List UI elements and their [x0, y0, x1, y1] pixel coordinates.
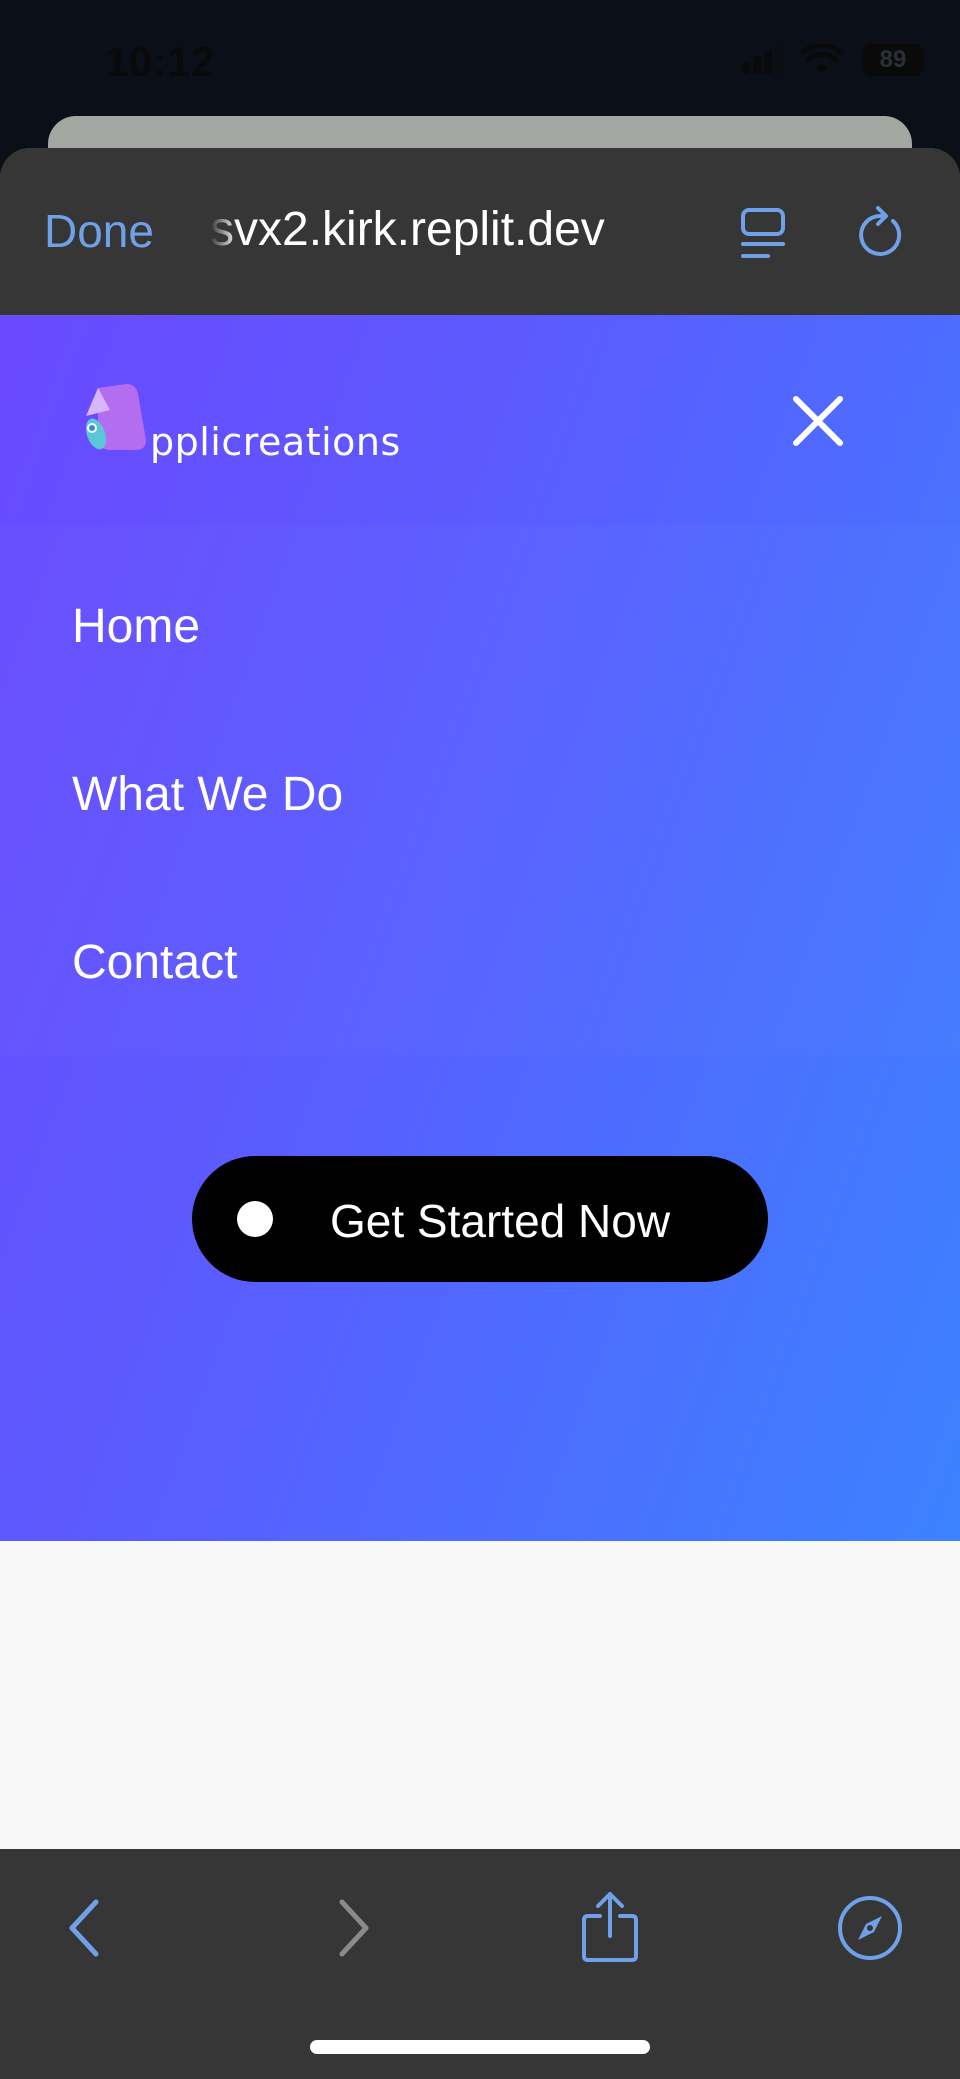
url-fade	[210, 202, 238, 266]
status-time: 10:12	[105, 38, 215, 85]
status-indicators: 89	[742, 44, 924, 76]
url-field[interactable]: svx2.kirk.replit.dev	[210, 202, 690, 266]
mobile-menu: pplicreations Home What We Do Contact	[0, 315, 960, 1541]
reload-icon[interactable]	[856, 206, 906, 262]
site-logo[interactable]: pplicreations	[80, 380, 400, 480]
share-icon[interactable]	[580, 1890, 640, 1964]
web-content: pplicreations Home What We Do Contact	[0, 315, 960, 1850]
browser-sheet: Done svx2.kirk.replit.dev pplicreations …	[0, 148, 960, 2079]
status-bar: 10:12 89	[0, 0, 960, 120]
battery-level: 89	[879, 46, 907, 73]
browser-toolbar: Done svx2.kirk.replit.dev	[0, 148, 960, 315]
cta-dot-icon	[237, 1201, 273, 1237]
get-started-button[interactable]: Get Started Now	[192, 1156, 768, 1282]
menu-item-what-we-do[interactable]: What We Do	[72, 767, 343, 822]
wifi-icon	[800, 44, 844, 74]
done-button[interactable]: Done	[44, 204, 154, 258]
menu-nav-list: Home What We Do Contact	[0, 525, 960, 1055]
menu-item-contact[interactable]: Contact	[72, 935, 237, 990]
logo-text: pplicreations	[150, 420, 401, 464]
battery-icon: 89	[862, 44, 924, 76]
chevron-left-icon[interactable]	[64, 1896, 104, 1960]
close-icon[interactable]	[790, 393, 846, 449]
signal-icon	[742, 46, 783, 74]
cta-label: Get Started Now	[330, 1195, 671, 1247]
logo-mark-icon	[85, 384, 146, 450]
chevron-right-icon[interactable]	[334, 1896, 374, 1960]
home-indicator	[310, 2040, 650, 2054]
reader-icon[interactable]	[740, 206, 786, 262]
menu-item-home[interactable]: Home	[72, 599, 200, 654]
browser-screen: 10:12 89 Done svx2.kirk.replit.dev pplic…	[0, 0, 960, 2079]
compass-icon[interactable]	[836, 1894, 904, 1962]
url-text: svx2.kirk.replit.dev	[210, 203, 605, 256]
